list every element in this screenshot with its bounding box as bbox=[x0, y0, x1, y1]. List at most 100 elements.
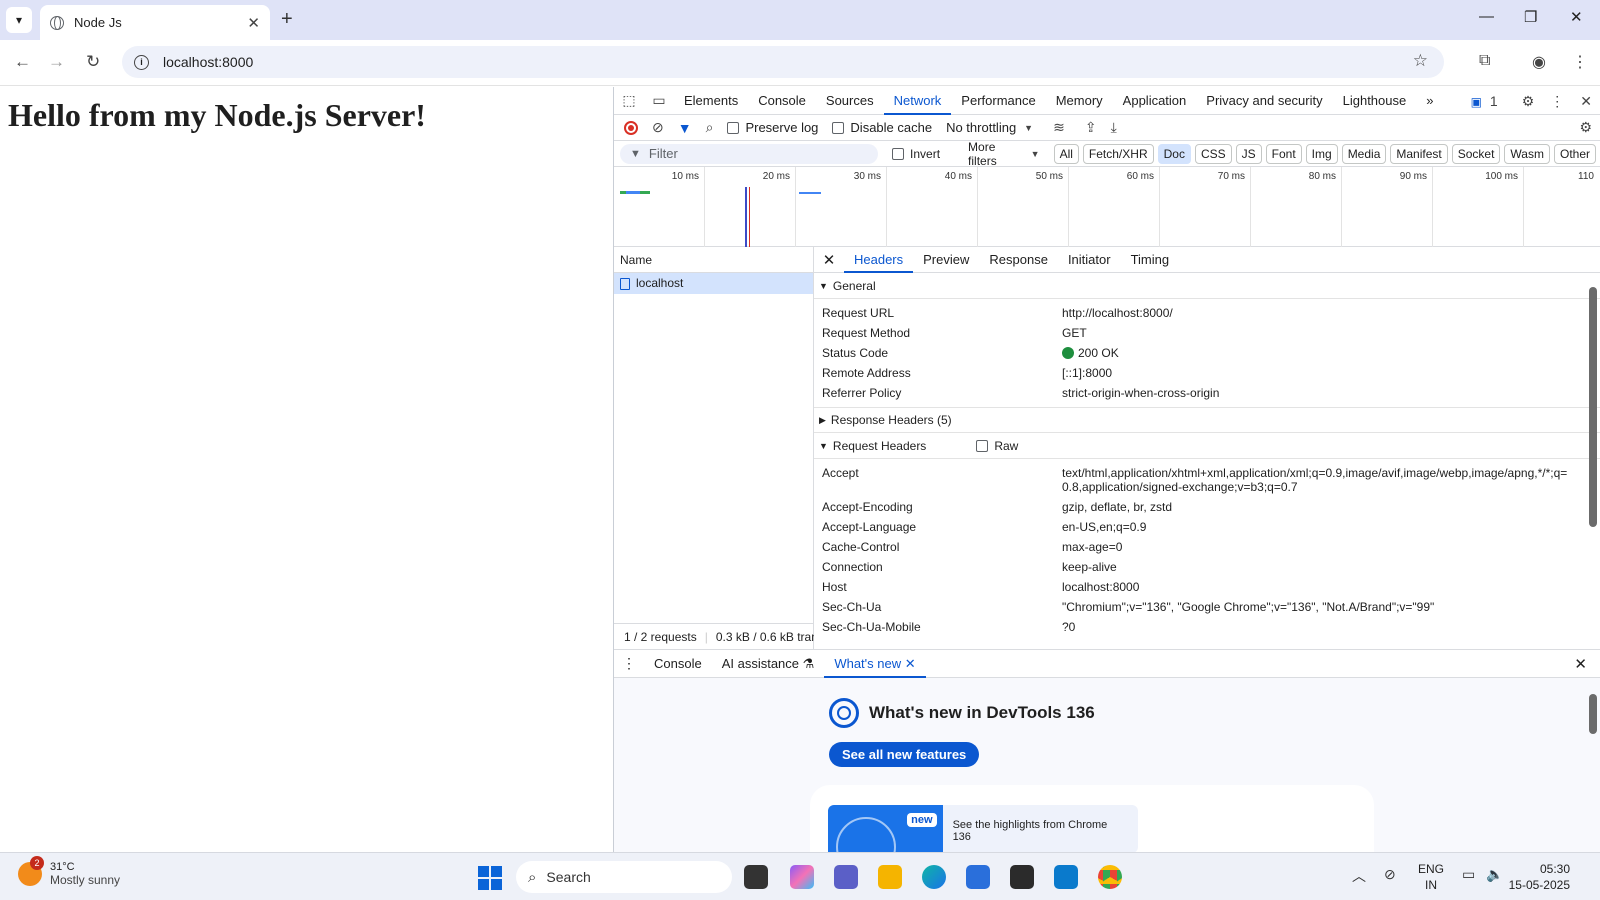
task-view-icon[interactable] bbox=[744, 865, 768, 889]
file-explorer-icon[interactable] bbox=[878, 865, 902, 889]
tab-lighthouse[interactable]: Lighthouse bbox=[1333, 87, 1417, 115]
drawer-tab-ai-assistance[interactable]: AI assistance ⚗ bbox=[712, 650, 825, 678]
taskbar-search[interactable]: ⌕ Search bbox=[516, 861, 732, 893]
drawer-scrollbar[interactable] bbox=[1589, 694, 1597, 734]
browser-tab-active[interactable]: Node Js ✕ bbox=[40, 5, 270, 40]
back-arrow-icon[interactable]: ← bbox=[14, 52, 31, 72]
reload-icon[interactable]: ↻ bbox=[86, 52, 100, 72]
chip-media[interactable]: Media bbox=[1341, 143, 1387, 164]
chip-img[interactable]: Img bbox=[1305, 143, 1338, 164]
forward-arrow-icon[interactable]: → bbox=[48, 52, 65, 72]
invert-checkbox[interactable]: Invert bbox=[892, 147, 940, 161]
see-all-features-button[interactable]: See all new features bbox=[829, 742, 980, 767]
chip-all[interactable]: All bbox=[1053, 143, 1079, 164]
network-conditions-wifi-icon[interactable]: ≋ bbox=[1053, 119, 1065, 136]
edge-icon[interactable] bbox=[922, 865, 946, 889]
system-clock[interactable]: 05:30 15-05-2025 bbox=[1509, 861, 1570, 893]
start-windows-icon[interactable] bbox=[478, 866, 502, 890]
tab-preview[interactable]: Preview bbox=[913, 247, 979, 273]
tab-timing[interactable]: Timing bbox=[1121, 247, 1180, 273]
request-row[interactable]: localhost bbox=[614, 273, 813, 294]
terminal-icon[interactable] bbox=[1010, 865, 1034, 889]
name-column-header[interactable]: Name bbox=[614, 247, 813, 273]
site-info-icon[interactable]: i bbox=[134, 54, 149, 70]
inspect-element-icon[interactable]: ⬚ bbox=[614, 92, 644, 109]
extensions-puzzle-icon[interactable]: ⧉ bbox=[1479, 52, 1490, 70]
tab-response[interactable]: Response bbox=[979, 247, 1058, 273]
chip-manifest[interactable]: Manifest bbox=[1390, 143, 1448, 164]
chip-other[interactable]: Other bbox=[1553, 143, 1596, 164]
address-bar[interactable]: i localhost:8000 ☆ bbox=[122, 46, 1444, 78]
record-stop-icon[interactable] bbox=[624, 120, 638, 135]
more-menu-icon[interactable]: ⋮ bbox=[1572, 52, 1588, 72]
weather-widget[interactable]: 2 31°C Mostly sunny bbox=[18, 856, 120, 887]
tab-console[interactable]: Console bbox=[748, 87, 816, 115]
minimize-icon[interactable]: — bbox=[1479, 8, 1494, 25]
drawer-tab-console[interactable]: Console bbox=[644, 650, 712, 678]
chip-css[interactable]: CSS bbox=[1194, 143, 1232, 164]
close-devtools-icon[interactable]: ✕ bbox=[1580, 93, 1592, 110]
close-details-icon[interactable]: ✕ bbox=[814, 251, 844, 269]
more-tabs-chevron-icon[interactable]: » bbox=[1416, 87, 1443, 115]
preserve-log-checkbox[interactable]: Preserve log bbox=[727, 120, 818, 135]
customize-menu-icon[interactable]: ⋮ bbox=[1550, 93, 1564, 110]
import-har-icon[interactable]: ⇪ bbox=[1085, 119, 1097, 136]
volume-icon[interactable]: 🔈 bbox=[1486, 866, 1503, 883]
vscode-icon[interactable] bbox=[1054, 865, 1078, 889]
tab-performance[interactable]: Performance bbox=[951, 87, 1045, 115]
chrome-icon[interactable] bbox=[1098, 865, 1122, 889]
disable-cache-checkbox[interactable]: Disable cache bbox=[832, 120, 932, 135]
close-drawer-icon[interactable]: ✕ bbox=[1574, 655, 1587, 673]
store-icon[interactable] bbox=[966, 865, 990, 889]
close-tab-icon[interactable]: ✕ bbox=[905, 656, 916, 671]
chip-doc[interactable]: Doc bbox=[1157, 143, 1191, 164]
filter-funnel-icon[interactable]: ▼ bbox=[678, 120, 692, 136]
tab-initiator[interactable]: Initiator bbox=[1058, 247, 1121, 273]
chip-font[interactable]: Font bbox=[1265, 143, 1302, 164]
export-har-icon[interactable]: ⤓ bbox=[1111, 119, 1117, 136]
general-section-header[interactable]: ▼ General bbox=[814, 273, 1600, 299]
restore-icon[interactable]: ❐ bbox=[1524, 8, 1537, 26]
profile-avatar-icon[interactable]: ◉ bbox=[1532, 52, 1546, 72]
network-overview-timeline[interactable]: 10 ms 20 ms 30 ms 40 ms 50 ms 60 ms 70 m… bbox=[614, 167, 1600, 247]
drawer-menu-icon[interactable]: ⋮ bbox=[614, 655, 644, 672]
chip-fetch-xhr[interactable]: Fetch/XHR bbox=[1082, 143, 1154, 164]
response-headers-section-header[interactable]: ▶ Response Headers (5) bbox=[814, 407, 1600, 433]
highlights-item[interactable]: new See the highlights from Chrome 136 bbox=[828, 805, 1138, 853]
chip-socket[interactable]: Socket bbox=[1451, 143, 1501, 164]
new-tab-plus-icon[interactable]: + bbox=[281, 8, 293, 31]
more-filters-dropdown[interactable]: More filters bbox=[968, 140, 1025, 168]
settings-gear-icon[interactable]: ⚙ bbox=[1522, 93, 1535, 110]
details-scrollbar[interactable] bbox=[1589, 287, 1597, 527]
throttling-select[interactable]: No throttling bbox=[946, 120, 1016, 135]
tab-sources[interactable]: Sources bbox=[816, 87, 884, 115]
network-settings-gear-icon[interactable]: ⚙ bbox=[1579, 119, 1592, 136]
collapsed-triangle-icon: ▶ bbox=[819, 415, 826, 425]
tab-close-icon[interactable]: ✕ bbox=[247, 14, 260, 32]
input-language[interactable]: ENG IN bbox=[1418, 861, 1444, 893]
tab-search-chevron-icon[interactable]: ▾ bbox=[6, 7, 32, 33]
request-headers-section-header[interactable]: ▼ Request Headers Raw bbox=[814, 433, 1600, 459]
tab-memory[interactable]: Memory bbox=[1046, 87, 1113, 115]
show-hidden-icons-chevron-icon[interactable]: ︿ bbox=[1352, 866, 1366, 886]
teams-icon[interactable] bbox=[834, 865, 858, 889]
issues-counter[interactable]: ▣ 1 bbox=[1471, 93, 1506, 109]
tab-headers[interactable]: Headers bbox=[844, 247, 914, 273]
chip-wasm[interactable]: Wasm bbox=[1504, 143, 1550, 164]
window-close-icon[interactable]: ✕ bbox=[1570, 8, 1583, 26]
display-icon[interactable]: ▭ bbox=[1462, 866, 1475, 883]
clear-icon[interactable]: ⊘ bbox=[652, 119, 664, 136]
bookmark-star-icon[interactable]: ☆ bbox=[1413, 51, 1428, 71]
filter-input[interactable]: ▼ Filter bbox=[620, 143, 879, 164]
device-toolbar-icon[interactable]: ▭ bbox=[644, 92, 674, 109]
tab-elements[interactable]: Elements bbox=[674, 87, 748, 115]
tab-privacy-security[interactable]: Privacy and security bbox=[1196, 87, 1332, 115]
drawer-tab-whats-new[interactable]: What's new ✕ bbox=[824, 650, 926, 678]
tab-network[interactable]: Network bbox=[883, 87, 952, 115]
chip-js[interactable]: JS bbox=[1235, 143, 1262, 164]
tab-application[interactable]: Application bbox=[1113, 87, 1197, 115]
search-icon[interactable]: ⌕ bbox=[706, 119, 714, 136]
copilot-icon[interactable] bbox=[790, 865, 814, 889]
network-icon[interactable]: ⊘ bbox=[1384, 866, 1396, 883]
raw-checkbox[interactable]: Raw bbox=[976, 433, 1018, 459]
